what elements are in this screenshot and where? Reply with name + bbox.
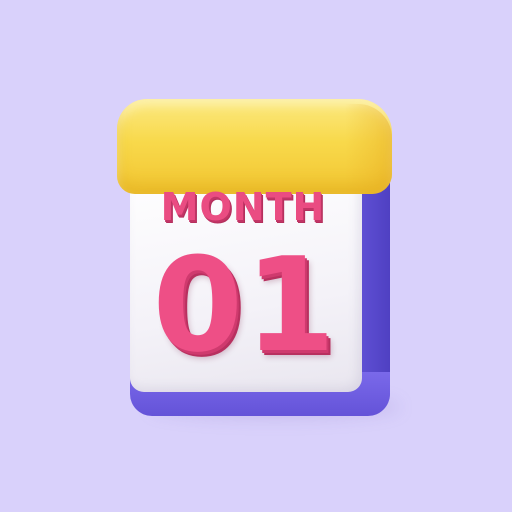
scene: MONTH 01 [0,0,512,512]
month-label: MONTH [160,185,326,229]
calendar-binding-edge [345,104,392,194]
day-number: 01 [152,229,338,381]
